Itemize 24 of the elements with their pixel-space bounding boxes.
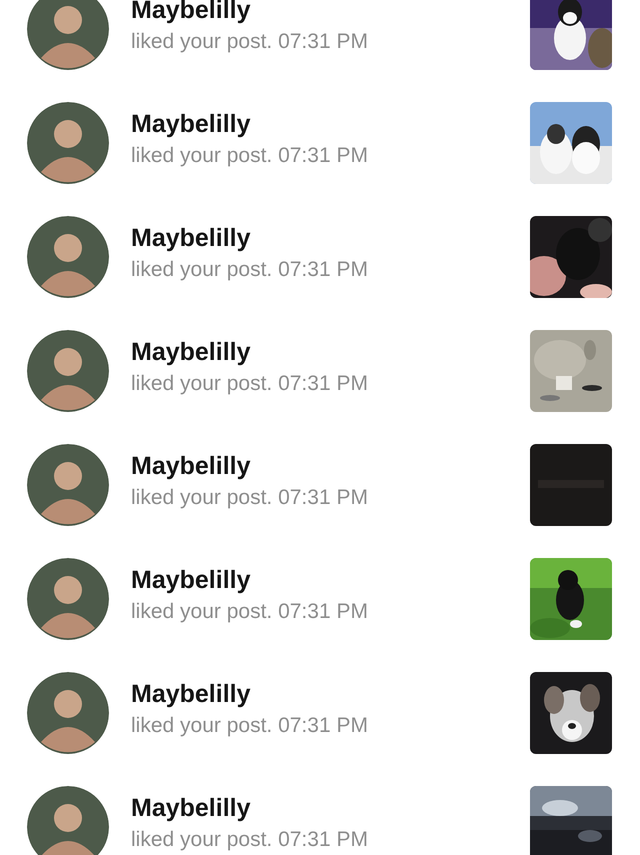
avatar-icon[interactable] bbox=[27, 672, 109, 754]
notification-text: liked your post. 07:31 PM bbox=[131, 712, 369, 739]
notification-text: liked your post. 07:31 PM bbox=[131, 28, 369, 55]
username[interactable]: Maybelilly bbox=[131, 336, 530, 367]
avatar-icon[interactable] bbox=[27, 558, 109, 640]
username[interactable]: Maybelilly bbox=[131, 678, 530, 709]
notification-text: liked your post. 07:31 PM bbox=[131, 484, 369, 511]
notification-text: liked your post. 07:31 PM bbox=[131, 826, 369, 853]
avatar-icon[interactable] bbox=[27, 102, 109, 184]
username[interactable]: Maybelilly bbox=[131, 450, 530, 481]
username[interactable]: Maybelilly bbox=[131, 564, 530, 595]
notification-text: liked your post. 07:31 PM bbox=[131, 256, 369, 283]
username[interactable]: Maybelilly bbox=[131, 108, 530, 139]
avatar-icon[interactable] bbox=[27, 786, 109, 855]
notification-text: liked your post. 07:31 PM bbox=[131, 598, 369, 625]
notification-text: liked your post. 07:31 PM bbox=[131, 142, 369, 169]
username[interactable]: Maybelilly bbox=[131, 222, 530, 253]
avatar-icon[interactable] bbox=[27, 330, 109, 412]
avatar-icon[interactable] bbox=[27, 0, 109, 70]
username[interactable]: Maybelilly bbox=[131, 0, 530, 25]
username[interactable]: Maybelilly bbox=[131, 792, 530, 823]
avatar-icon[interactable] bbox=[27, 216, 109, 298]
avatar-icon[interactable] bbox=[27, 444, 109, 526]
notification-text: liked your post. 07:31 PM bbox=[131, 370, 369, 397]
